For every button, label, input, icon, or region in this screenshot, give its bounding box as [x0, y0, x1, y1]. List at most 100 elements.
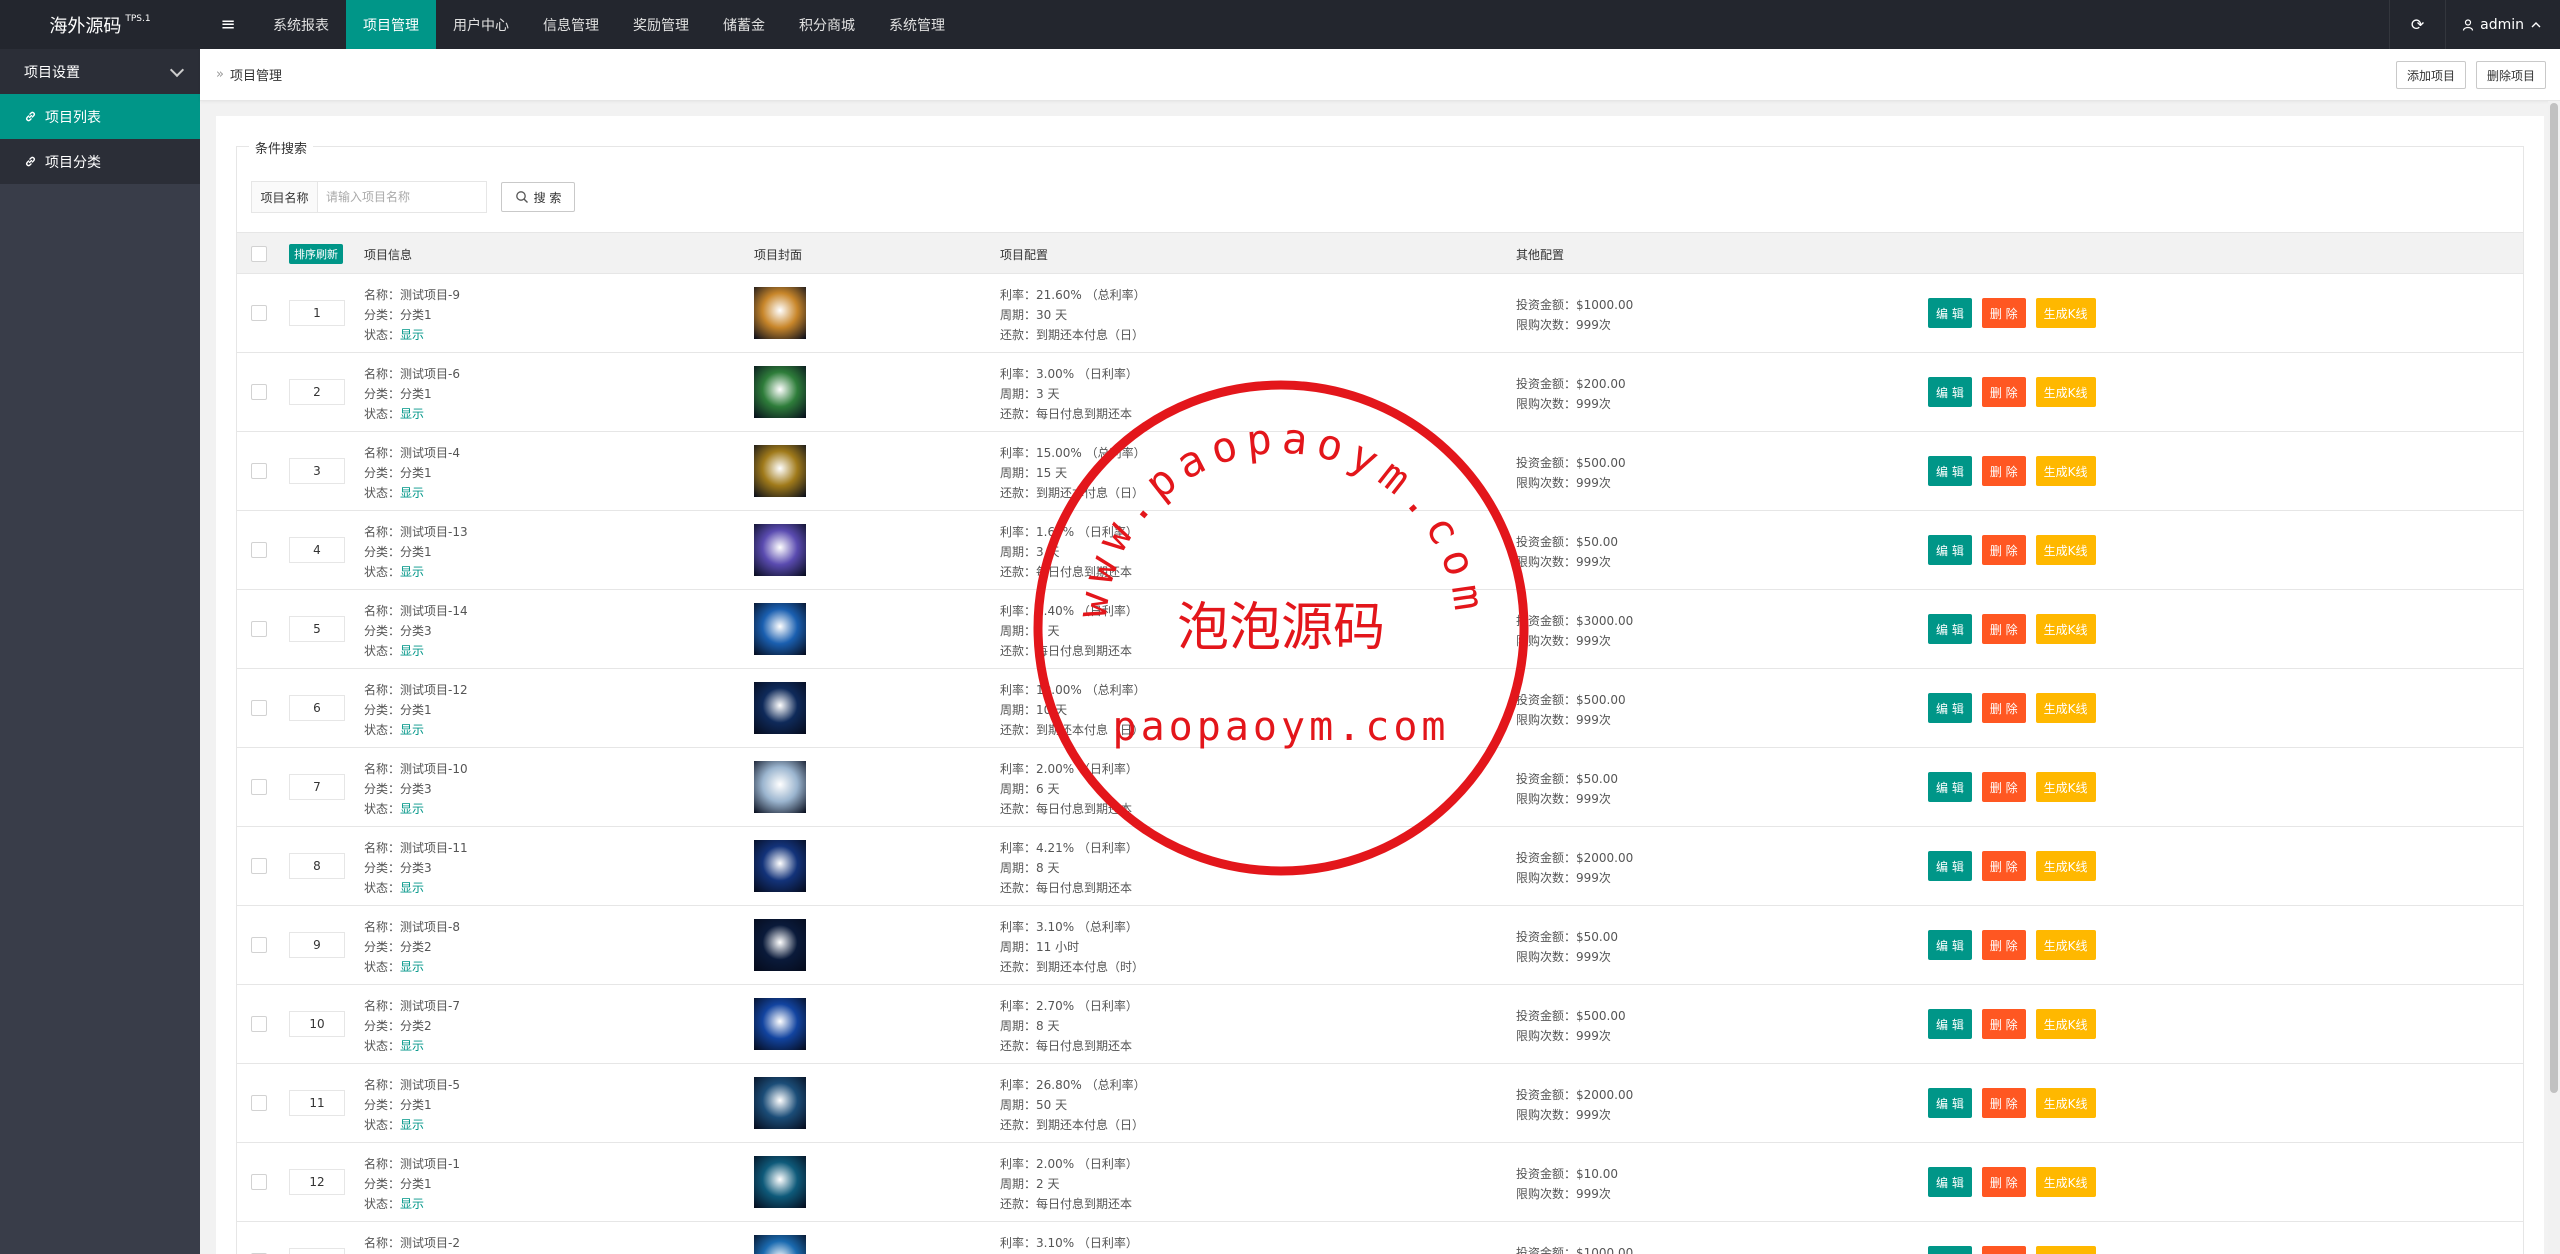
sort-refresh-button[interactable]: 排序刷新: [289, 244, 343, 264]
edit-button[interactable]: 编 辑: [1928, 1167, 1972, 1197]
edit-button[interactable]: 编 辑: [1928, 772, 1972, 802]
generate-kline-button[interactable]: 生成K线: [2035, 772, 2096, 802]
search-button[interactable]: 搜 索: [501, 182, 575, 212]
project-name: 名称：测试项目-1: [364, 1157, 460, 1171]
project-info: 名称：测试项目-1 分类：分类1 状态：显示: [364, 1154, 460, 1214]
edit-button[interactable]: 编 辑: [1928, 1009, 1972, 1039]
delete-project-button[interactable]: 删除项目: [2475, 61, 2546, 89]
edit-button[interactable]: 编 辑: [1928, 693, 1972, 723]
sort-order-input[interactable]: 8: [289, 853, 345, 879]
sort-order-input[interactable]: 1: [289, 300, 345, 326]
sort-order-input[interactable]: 2: [289, 379, 345, 405]
invest-amount: 投资金额：$1000.00: [1516, 1246, 1634, 1254]
row-checkbox[interactable]: [251, 542, 267, 558]
delete-button[interactable]: 删 除: [1981, 772, 2026, 802]
project-repay: 还款：每日付息到期还本: [1000, 565, 1133, 579]
row-checkbox[interactable]: [251, 621, 267, 637]
sidebar-item-project-list[interactable]: 项目列表: [0, 94, 200, 139]
edit-button[interactable]: 编 辑: [1928, 377, 1972, 407]
menu-toggle-icon[interactable]: ≡: [200, 0, 256, 49]
add-project-button[interactable]: 添加项目: [2395, 61, 2466, 89]
project-status: 状态：显示: [364, 799, 468, 819]
nav-item[interactable]: 系统报表: [256, 0, 346, 49]
generate-kline-button[interactable]: 生成K线: [2035, 377, 2096, 407]
sort-order-input[interactable]: 6: [289, 695, 345, 721]
row-checkbox[interactable]: [251, 858, 267, 874]
delete-button[interactable]: 删 除: [1981, 1009, 2026, 1039]
delete-button[interactable]: 删 除: [1981, 1246, 2026, 1254]
delete-button[interactable]: 删 除: [1981, 930, 2026, 960]
user-menu[interactable]: admin: [2445, 0, 2560, 49]
row-checkbox[interactable]: [251, 1095, 267, 1111]
delete-button[interactable]: 删 除: [1981, 456, 2026, 486]
project-name: 名称：测试项目-11: [364, 841, 468, 855]
sort-order-input[interactable]: 13: [289, 1248, 345, 1254]
sort-order-input[interactable]: 10: [289, 1011, 345, 1037]
generate-kline-button[interactable]: 生成K线: [2035, 693, 2096, 723]
sort-order-input[interactable]: 9: [289, 932, 345, 958]
nav-item[interactable]: 项目管理: [346, 0, 436, 49]
sort-order-input[interactable]: 4: [289, 537, 345, 563]
edit-button[interactable]: 编 辑: [1928, 1246, 1972, 1254]
nav-item[interactable]: 奖励管理: [616, 0, 706, 49]
sidebar-group-project-settings[interactable]: 项目设置: [0, 49, 200, 94]
row-checkbox[interactable]: [251, 463, 267, 479]
generate-kline-button[interactable]: 生成K线: [2035, 1009, 2096, 1039]
sidebar-item-project-category[interactable]: 项目分类: [0, 139, 200, 184]
edit-button[interactable]: 编 辑: [1928, 851, 1972, 881]
project-name: 名称：测试项目-7: [364, 999, 460, 1013]
scrollbar-thumb[interactable]: [2550, 103, 2558, 1093]
status-value: 显示: [400, 644, 425, 658]
row-checkbox[interactable]: [251, 305, 267, 321]
delete-button[interactable]: 删 除: [1981, 298, 2026, 328]
sort-order-input[interactable]: 7: [289, 774, 345, 800]
row-actions: 编 辑删 除生成K线: [1928, 693, 2096, 723]
purchase-limit: 限购次数：999次: [1516, 792, 1611, 806]
nav-item[interactable]: 系统管理: [872, 0, 962, 49]
generate-kline-button[interactable]: 生成K线: [2035, 851, 2096, 881]
logo[interactable]: 海外源码 TPS.1: [0, 0, 200, 49]
nav-item[interactable]: 信息管理: [526, 0, 616, 49]
row-checkbox[interactable]: [251, 700, 267, 716]
project-table: 排序刷新 项目信息 项目封面 项目配置 其他配置 1 名称：测试项目-9 分类：分类…: [236, 232, 2524, 1254]
edit-button[interactable]: 编 辑: [1928, 535, 1972, 565]
row-checkbox[interactable]: [251, 1016, 267, 1032]
row-checkbox[interactable]: [251, 937, 267, 953]
delete-button[interactable]: 删 除: [1981, 535, 2026, 565]
generate-kline-button[interactable]: 生成K线: [2035, 930, 2096, 960]
generate-kline-button[interactable]: 生成K线: [2035, 456, 2096, 486]
row-checkbox[interactable]: [251, 779, 267, 795]
nav-item[interactable]: 储蓄金: [706, 0, 782, 49]
edit-button[interactable]: 编 辑: [1928, 930, 1972, 960]
generate-kline-button[interactable]: 生成K线: [2035, 1088, 2096, 1118]
generate-kline-button[interactable]: 生成K线: [2035, 535, 2096, 565]
sort-order-input[interactable]: 5: [289, 616, 345, 642]
edit-button[interactable]: 编 辑: [1928, 1088, 1972, 1118]
sort-order-input[interactable]: 3: [289, 458, 345, 484]
generate-kline-button[interactable]: 生成K线: [2035, 1167, 2096, 1197]
main-panel: 条件搜索 项目名称 搜 索 排序刷新 项目信息 项目封面 项目配置 其他配置 1…: [216, 116, 2544, 1254]
row-checkbox[interactable]: [251, 384, 267, 400]
nav-item[interactable]: 积分商城: [782, 0, 872, 49]
generate-kline-button[interactable]: 生成K线: [2035, 614, 2096, 644]
select-all-checkbox[interactable]: [251, 246, 267, 262]
sort-order-input[interactable]: 12: [289, 1169, 345, 1195]
delete-button[interactable]: 删 除: [1981, 377, 2026, 407]
generate-kline-button[interactable]: 生成K线: [2035, 1246, 2096, 1254]
delete-button[interactable]: 删 除: [1981, 1088, 2026, 1118]
row-checkbox[interactable]: [251, 1174, 267, 1190]
project-cover-image: [754, 445, 806, 497]
edit-button[interactable]: 编 辑: [1928, 614, 1972, 644]
delete-button[interactable]: 删 除: [1981, 1167, 2026, 1197]
other-config: 投资金额：$50.00 限购次数：999次: [1516, 769, 1618, 809]
edit-button[interactable]: 编 辑: [1928, 456, 1972, 486]
delete-button[interactable]: 删 除: [1981, 614, 2026, 644]
sort-order-input[interactable]: 11: [289, 1090, 345, 1116]
generate-kline-button[interactable]: 生成K线: [2035, 298, 2096, 328]
delete-button[interactable]: 删 除: [1981, 693, 2026, 723]
refresh-icon[interactable]: ⟳: [2389, 0, 2445, 49]
delete-button[interactable]: 删 除: [1981, 851, 2026, 881]
nav-item[interactable]: 用户中心: [436, 0, 526, 49]
search-input[interactable]: [317, 181, 487, 213]
edit-button[interactable]: 编 辑: [1928, 298, 1972, 328]
